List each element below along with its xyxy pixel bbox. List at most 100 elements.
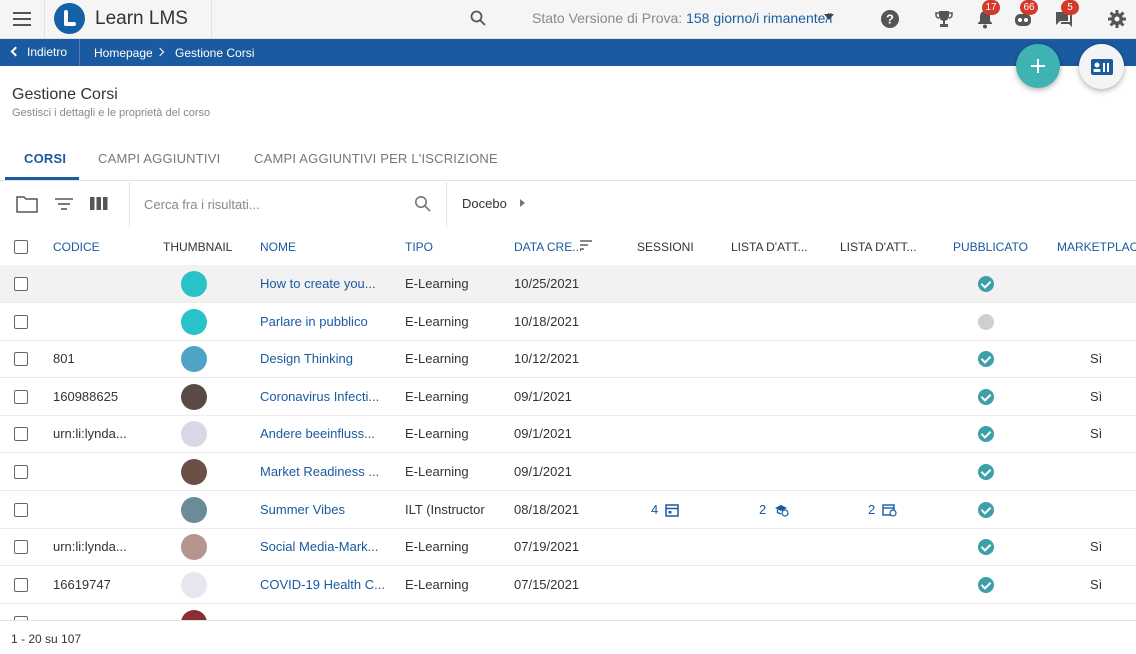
row-checkbox[interactable] bbox=[14, 578, 28, 592]
row-checkbox[interactable] bbox=[14, 427, 28, 441]
table-row[interactable]: How to create you... E-Learning 10/25/2021 bbox=[0, 265, 1136, 303]
waitlist-count[interactable]: 2 bbox=[868, 502, 875, 517]
published-check-icon[interactable] bbox=[978, 276, 994, 292]
row-checkbox[interactable] bbox=[14, 315, 28, 329]
active-tab-indicator bbox=[5, 177, 79, 180]
table-row[interactable]: 801 Design Thinking E-Learning 10/12/2021 Sì bbox=[0, 340, 1136, 378]
row-checkbox[interactable] bbox=[14, 352, 28, 366]
course-thumbnail bbox=[181, 271, 207, 297]
gamification-badge: 66 bbox=[1020, 0, 1038, 15]
table-row[interactable]: 16619747 COVID-19 Health C... E-Learning 07… bbox=[0, 566, 1136, 604]
course-code: 801 bbox=[53, 351, 75, 366]
published-check-icon[interactable] bbox=[978, 464, 994, 480]
marketplace-value: Sì bbox=[1090, 351, 1103, 366]
top-bar: Learn LMS Stato Versione di Prova: 158 g… bbox=[0, 0, 1136, 39]
column-date[interactable]: DATA CRE... bbox=[514, 240, 582, 254]
logo[interactable]: Learn LMS bbox=[44, 0, 212, 39]
columns-icon[interactable] bbox=[88, 194, 110, 214]
column-name[interactable]: NOME bbox=[260, 240, 296, 254]
select-all-checkbox[interactable] bbox=[14, 240, 28, 254]
breadcrumb-bar: Indietro Homepage Gestione Corsi bbox=[0, 39, 1136, 66]
row-checkbox[interactable] bbox=[14, 277, 28, 291]
back-button[interactable]: Indietro bbox=[0, 39, 80, 66]
column-type[interactable]: TIPO bbox=[405, 240, 433, 254]
table-row[interactable]: Summer Vibes ILT (Instructor 08/18/2021 4 2 2 bbox=[0, 491, 1136, 529]
breadcrumb-home[interactable]: Homepage bbox=[94, 46, 153, 60]
table-row[interactable]: urn:li:lynda... Social Media-Mark... E-Lea… bbox=[0, 528, 1136, 566]
published-check-icon[interactable] bbox=[978, 426, 994, 442]
gamification-button[interactable]: 66 bbox=[1013, 0, 1038, 29]
course-name-link[interactable]: COVID-19 Health C... bbox=[260, 577, 385, 592]
waitlist-count[interactable]: 2 bbox=[759, 502, 766, 517]
course-code: urn:li:lynda... bbox=[53, 426, 127, 441]
published-check-icon[interactable] bbox=[978, 389, 994, 405]
trial-days: 158 giorno/i rimanente/i bbox=[686, 10, 833, 26]
course-name-link[interactable]: How to create you... bbox=[260, 276, 376, 291]
column-thumbnail: THUMBNAIL bbox=[163, 240, 233, 254]
course-name-link[interactable]: Market Readiness ... bbox=[260, 464, 379, 479]
page-title: Gestione Corsi bbox=[12, 86, 118, 103]
course-date: 09/1/2021 bbox=[514, 389, 572, 404]
table-row[interactable]: Market Readiness ... E-Learning 09/1/2021 bbox=[0, 453, 1136, 491]
course-name-link[interactable]: Social Media-Mark... bbox=[260, 539, 378, 554]
svg-text:?: ? bbox=[886, 12, 894, 27]
course-name-link[interactable]: Summer Vibes bbox=[260, 502, 345, 517]
course-code: 160988625 bbox=[53, 389, 119, 404]
course-name-link[interactable]: Coronavirus Infecti... bbox=[260, 389, 379, 404]
calendar-icon[interactable] bbox=[665, 503, 679, 517]
sort-icon[interactable] bbox=[580, 240, 592, 250]
table-row[interactable]: 160988625 Coronavirus Infecti... E-Learnin… bbox=[0, 378, 1136, 416]
table-row[interactable]: Parlare in pubblico E-Learning 10/18/2021 bbox=[0, 303, 1136, 341]
notifications-button[interactable]: 17 bbox=[975, 0, 1000, 29]
trophy-icon[interactable] bbox=[934, 9, 954, 29]
course-date: 07/19/2021 bbox=[514, 539, 580, 554]
search-input[interactable] bbox=[135, 190, 435, 218]
unpublished-dot-icon[interactable] bbox=[978, 314, 994, 330]
tab-additional-fields[interactable]: CAMPI AGGIUNTIVI bbox=[98, 151, 220, 166]
course-name-link[interactable]: Andere beeinfluss... bbox=[260, 426, 375, 441]
calendar-clock-icon[interactable] bbox=[882, 503, 897, 517]
tab-courses[interactable]: CORSI bbox=[24, 151, 66, 166]
toolbar-divider bbox=[446, 182, 447, 227]
menu-icon[interactable] bbox=[13, 12, 31, 26]
graduation-clock-icon[interactable] bbox=[774, 503, 789, 517]
column-published[interactable]: PUBBLICATO bbox=[953, 240, 1028, 254]
sessions-count[interactable]: 4 bbox=[651, 502, 658, 517]
table-row[interactable]: urn:li:lynda... Andere beeinfluss... E-Lea… bbox=[0, 415, 1136, 453]
course-code: urn:li:lynda... bbox=[53, 539, 127, 554]
course-type: E-Learning bbox=[405, 539, 469, 554]
row-checkbox[interactable] bbox=[14, 540, 28, 554]
row-checkbox[interactable] bbox=[14, 503, 28, 517]
gear-icon[interactable] bbox=[1107, 9, 1127, 29]
course-date: 10/12/2021 bbox=[514, 351, 580, 366]
row-checkbox[interactable] bbox=[14, 465, 28, 479]
course-thumbnail bbox=[181, 572, 207, 598]
filter-icon[interactable] bbox=[53, 194, 75, 214]
column-code[interactable]: CODICE bbox=[53, 240, 100, 254]
published-check-icon[interactable] bbox=[978, 577, 994, 593]
course-name-link[interactable]: Design Thinking bbox=[260, 351, 353, 366]
folder-icon[interactable] bbox=[16, 194, 38, 214]
course-type: E-Learning bbox=[405, 577, 469, 592]
add-course-button[interactable] bbox=[1016, 44, 1060, 88]
published-check-icon[interactable] bbox=[978, 351, 994, 367]
marketplace-value: Sì bbox=[1090, 577, 1103, 592]
tab-enrollment-fields[interactable]: CAMPI AGGIUNTIVI PER L'ISCRIZIONE bbox=[254, 151, 498, 166]
catalog-filter[interactable]: Docebo bbox=[462, 196, 507, 211]
published-check-icon[interactable] bbox=[978, 539, 994, 555]
course-name-link[interactable]: Parlare in pubblico bbox=[260, 314, 368, 329]
row-checkbox[interactable] bbox=[14, 390, 28, 404]
caret-right-icon[interactable] bbox=[520, 199, 525, 207]
course-thumbnail bbox=[181, 459, 207, 485]
chevron-down-icon[interactable] bbox=[824, 14, 834, 20]
search-icon[interactable] bbox=[470, 10, 486, 26]
search-icon[interactable] bbox=[414, 195, 431, 212]
messages-button[interactable]: 5 bbox=[1054, 0, 1079, 29]
published-check-icon[interactable] bbox=[978, 502, 994, 518]
toolbar-divider bbox=[129, 182, 130, 227]
column-marketplace[interactable]: MARKETPLACE bbox=[1057, 240, 1136, 254]
help-icon[interactable]: ? bbox=[880, 9, 900, 29]
course-view-button[interactable] bbox=[1079, 44, 1124, 89]
trial-status[interactable]: Stato Versione di Prova: 158 giorno/i ri… bbox=[532, 10, 832, 26]
column-sessions: SESSIONI bbox=[637, 240, 694, 254]
